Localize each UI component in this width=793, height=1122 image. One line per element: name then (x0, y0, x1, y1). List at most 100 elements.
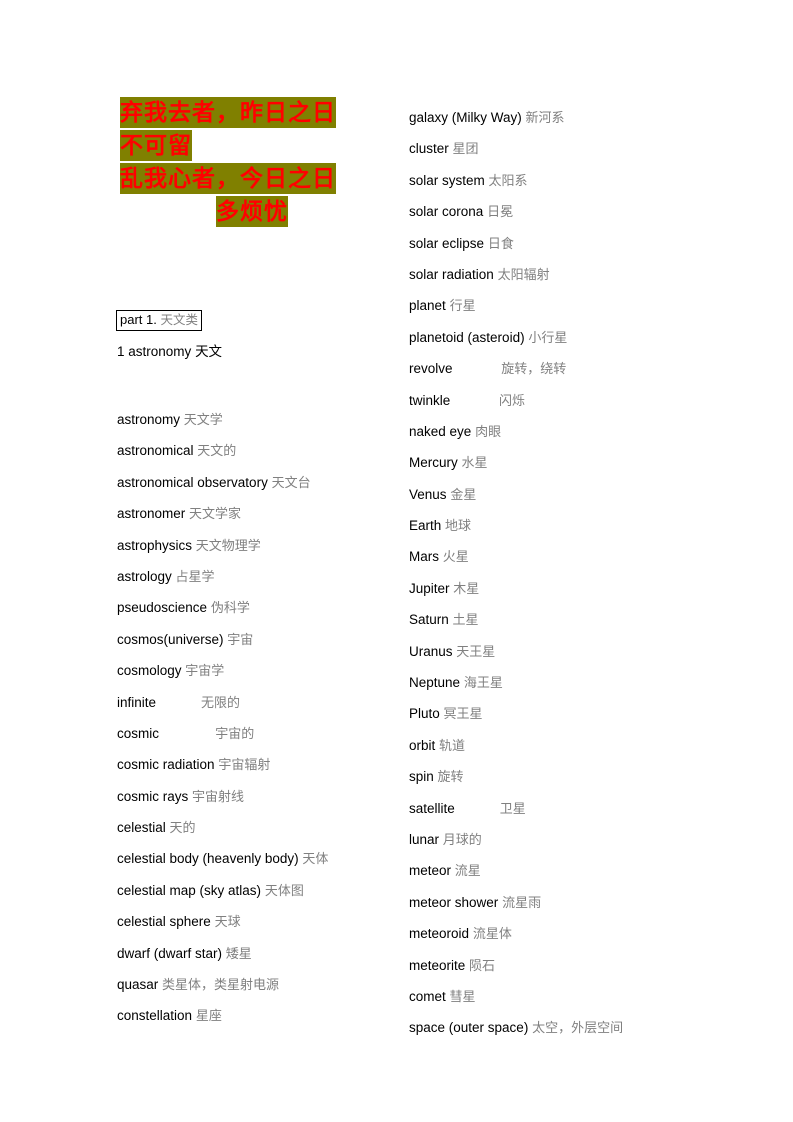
vocab-row: revolve 旋转，绕转 (409, 353, 709, 384)
vocab-term-cn: 星座 (195, 1009, 222, 1025)
vocab-term-en: meteorite (409, 957, 466, 973)
vocab-term-cn: 水星 (461, 456, 488, 472)
vocab-term-cn: 天体图 (264, 883, 304, 899)
vocab-term-en: solar system (409, 172, 485, 188)
vocab-row: astronomical 天文的 (117, 435, 397, 466)
vocab-term-en: meteor (409, 863, 452, 879)
vocab-term-cn: 小行星 (528, 330, 568, 346)
vocab-row: galaxy (Milky Way) 新河系 (409, 102, 709, 133)
vocab-term-cn: 流星 (454, 864, 481, 880)
vocab-row: cosmos(universe) 宇宙 (117, 624, 397, 655)
poem-line-3-text: 乱我心者，今日之日 (120, 163, 336, 194)
vocab-term-en: space (outer space) (409, 1020, 529, 1036)
vocab-row: space (outer space) 太空，外层空间 (409, 1012, 709, 1043)
vocab-row: cosmic radiation 宇宙辐射 (117, 749, 397, 780)
vocab-term-cn: 日冕 (487, 205, 514, 221)
poem-line-3: 乱我心者，今日之日 (120, 162, 384, 195)
vocab-row: cluster 星团 (409, 133, 709, 164)
vocab-term-en: Jupiter (409, 580, 450, 596)
vocab-row: solar eclipse 日食 (409, 228, 709, 259)
vocab-row: astrophysics 天文物理学 (117, 530, 397, 561)
numbered-entry-en: 1 astronomy (117, 344, 192, 359)
vocab-term-en: naked eye (409, 423, 472, 439)
vocab-row: comet 彗星 (409, 981, 709, 1012)
vocab-term-cn: 土星 (452, 613, 479, 629)
vocab-row: astronomer 天文学家 (117, 498, 397, 529)
poem-line-2: 不可留 (120, 129, 384, 162)
vocab-row: orbit 轨道 (409, 730, 709, 761)
vocab-term-en: cosmology (117, 663, 182, 679)
vocab-term-cn: 宇宙 (227, 632, 254, 648)
vocab-term-cn: 太空，外层空间 (532, 1021, 624, 1037)
vocab-term-en: celestial (117, 820, 166, 836)
vocab-row: Neptune 海王星 (409, 667, 709, 698)
vocab-term-en: Mercury (409, 455, 458, 471)
vocab-term-cn: 地球 (445, 519, 472, 535)
vocab-row: Earth 地球 (409, 510, 709, 541)
vocab-row: Pluto 冥王星 (409, 698, 709, 729)
vocab-term-en: celestial map (sky atlas) (117, 882, 262, 898)
vocab-term-en: spin (409, 769, 434, 785)
vocab-row: cosmology 宇宙学 (117, 655, 397, 686)
vocab-gap (159, 718, 215, 749)
vocab-term-cn: 新河系 (525, 111, 565, 126)
vocab-term-cn: 火星 (442, 550, 469, 566)
vocab-term-cn: 旋转，绕转 (501, 362, 567, 378)
vocab-term-en: constellation (117, 1008, 193, 1024)
vocab-row: cosmic rays 宇宙射线 (117, 781, 397, 812)
vocab-term-cn: 冥王星 (443, 707, 483, 723)
vocab-row: meteor 流星 (409, 855, 709, 886)
vocab-term-en: celestial sphere (117, 914, 211, 930)
vocab-term-en: twinkle (409, 392, 451, 408)
vocab-row: dwarf (dwarf star) 矮星 (117, 938, 397, 969)
vocab-term-cn: 天文学家 (189, 507, 242, 523)
vocab-row: planetoid (asteroid) 小行星 (409, 322, 709, 353)
vocab-term-en: cluster (409, 141, 449, 157)
numbered-entry: 1 astronomy 天文 (117, 343, 222, 361)
vocab-term-en: astrology (117, 568, 172, 584)
vocab-term-cn: 行星 (449, 299, 476, 315)
vocab-term-cn: 类星体，类星射电源 (162, 978, 280, 994)
vocab-term-cn: 宇宙射线 (192, 789, 245, 805)
vocab-term-cn: 天文的 (197, 444, 237, 460)
vocab-term-en: Uranus (409, 643, 453, 659)
vocab-term-en: comet (409, 988, 446, 1004)
vocab-term-cn: 宇宙学 (185, 664, 225, 680)
vocab-term-cn: 流星体 (472, 927, 512, 943)
vocab-term-cn: 天文台 (271, 475, 311, 491)
vocab-term-cn: 太阳系 (488, 173, 528, 189)
vocab-term-en: cosmic rays (117, 788, 189, 804)
vocab-row: celestial body (heavenly body) 天体 (117, 843, 397, 874)
vocab-row: solar system 太阳系 (409, 165, 709, 196)
vocab-term-cn: 天文物理学 (195, 538, 261, 554)
vocab-term-en: infinite (117, 694, 157, 710)
vocab-term-en: meteoroid (409, 926, 470, 942)
vocab-term-en: astronomical observatory (117, 474, 268, 490)
vocab-row: celestial sphere 天球 (117, 906, 397, 937)
vocab-term-cn: 宇宙的 (215, 726, 255, 742)
poem-line-1-text: 弃我去者，昨日之日 (120, 97, 336, 128)
vocab-term-cn: 矮星 (225, 946, 252, 962)
vocab-row: Mercury 水星 (409, 447, 709, 478)
poem-line-4-text: 多烦忧 (216, 196, 288, 227)
vocab-term-en: solar corona (409, 204, 484, 220)
vocab-term-en: quasar (117, 977, 159, 993)
vocab-term-en: cosmic radiation (117, 757, 215, 773)
numbered-entry-cn: 天文 (195, 344, 223, 359)
poem-line-4: 多烦忧 (120, 195, 384, 228)
vocab-term-cn: 旋转 (437, 770, 464, 786)
vocab-row: Saturn 土星 (409, 604, 709, 635)
vocab-term-en: orbit (409, 737, 436, 753)
vocab-row: Uranus 天王星 (409, 636, 709, 667)
vocab-term-en: cosmic (117, 725, 160, 741)
vocab-row: infinite 无限的 (117, 687, 397, 718)
vocab-row: solar corona 日冕 (409, 196, 709, 227)
vocab-term-en: celestial body (heavenly body) (117, 851, 299, 867)
part-heading-en: part 1. (120, 312, 157, 327)
vocab-term-en: galaxy (Milky Way) (409, 110, 522, 125)
poem-header: 弃我去者，昨日之日 不可留 乱我心者，今日之日 多烦忧 (120, 96, 384, 228)
poem-line-1: 弃我去者，昨日之日 (120, 96, 384, 129)
vocab-term-en: astronomical (117, 443, 194, 459)
vocab-term-en: Earth (409, 518, 442, 534)
vocabulary-column-left: astronomy 天文学 astronomical 天文的 astronomica… (117, 404, 397, 1032)
